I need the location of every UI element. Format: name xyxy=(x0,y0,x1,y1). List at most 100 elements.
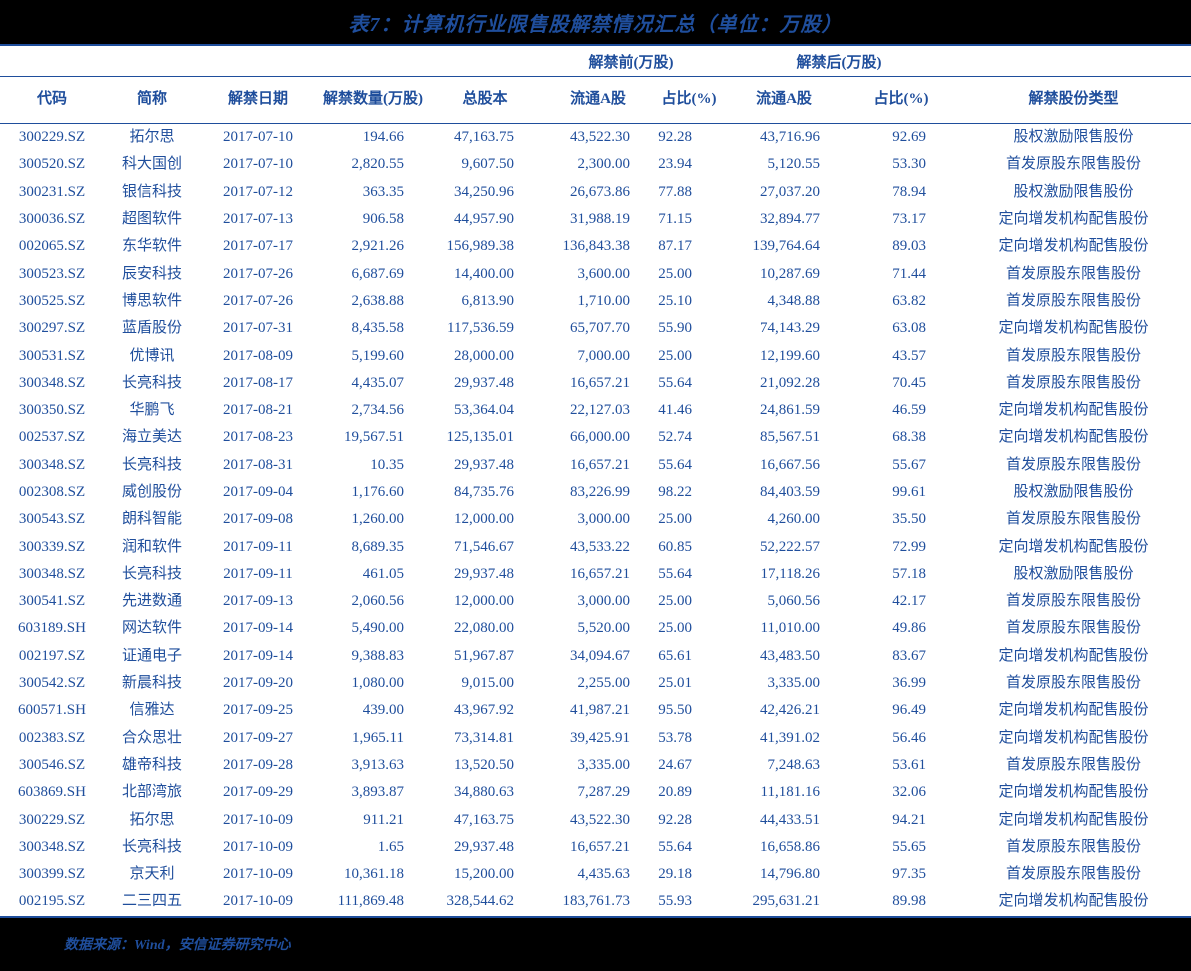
cell-name: 拓尔思 xyxy=(129,811,175,828)
table-row: 002195.SZ 二三四五 2017-10-09 111,869.48 328,544… xyxy=(0,888,1191,918)
cell-date: 2017-09-20 xyxy=(223,675,293,692)
cell-float-before: 43,522.30 xyxy=(570,129,630,146)
col-header-float-before: 流通A股 xyxy=(540,76,656,124)
unlock-schedule-table: 解禁前(万股) 解禁后(万股) 代码 简称 解禁日期 解禁数量(万股) 总股本 … xyxy=(0,44,1191,918)
cell-quantity: 6,687.69 xyxy=(351,265,405,282)
table-row: 300546.SZ 雄帝科技 2017-09-28 3,913.63 13,520.50… xyxy=(0,752,1191,779)
cell-float-before: 31,988.19 xyxy=(570,211,630,228)
cell-unlock-type: 首发原股东限售股份 xyxy=(1005,756,1141,773)
cell-unlock-type: 首发原股东限售股份 xyxy=(1005,265,1141,282)
col-header-pct-before: 占比(%) xyxy=(656,76,722,124)
cell-pct-before: 23.94 xyxy=(658,156,692,173)
cell-quantity: 19,567.51 xyxy=(344,429,404,446)
cell-quantity: 4,435.07 xyxy=(351,374,405,391)
cell-date: 2017-09-08 xyxy=(223,511,293,528)
cell-float-before: 66,000.00 xyxy=(570,429,630,446)
cell-date: 2017-09-13 xyxy=(223,593,293,610)
table-row: 300531.SZ 优博讯 2017-08-09 5,199.60 28,000.00 7… xyxy=(0,342,1191,369)
cell-total-shares: 34,880.63 xyxy=(454,784,514,801)
cell-name: 东华软件 xyxy=(121,238,182,255)
cell-name: 润和软件 xyxy=(121,538,182,555)
cell-name: 科大国创 xyxy=(121,156,182,173)
cell-float-after: 16,667.56 xyxy=(760,456,820,473)
cell-code: 300348.SZ xyxy=(18,565,86,582)
cell-date: 2017-10-09 xyxy=(200,888,316,918)
cell-date: 2017-09-27 xyxy=(223,729,293,746)
cell-float-after: 52,222.57 xyxy=(760,538,820,555)
cell-code: 300229.SZ xyxy=(18,811,86,828)
cell-quantity: 10.35 xyxy=(370,456,404,473)
cell-total-shares: 28,000.00 xyxy=(454,347,514,364)
cell-pct-after: 71.44 xyxy=(892,265,926,282)
cell-quantity: 8,435.58 xyxy=(351,320,405,337)
cell-date: 2017-07-26 xyxy=(223,265,293,282)
cell-float-after: 10,287.69 xyxy=(760,265,820,282)
cell-pct-before: 60.85 xyxy=(658,538,692,555)
cell-date: 2017-07-26 xyxy=(223,292,293,309)
cell-float-before: 7,287.29 xyxy=(577,784,631,801)
cell-pct-before: 20.89 xyxy=(658,784,692,801)
cell-total-shares: 47,163.75 xyxy=(454,811,514,828)
cell-pct-after: 46.59 xyxy=(892,402,926,419)
table-group-header-row: 解禁前(万股) 解禁后(万股) xyxy=(0,44,1191,77)
table-row: 300543.SZ 朗科智能 2017-09-08 1,260.00 12,000.00… xyxy=(0,506,1191,533)
cell-float-after: 74,143.29 xyxy=(760,320,820,337)
table-row: 300348.SZ 长亮科技 2017-08-17 4,435.07 29,937.48… xyxy=(0,370,1191,397)
table-body: 300229.SZ 拓尔思 2017-07-10 194.66 47,163.75 43,… xyxy=(0,124,1191,918)
cell-pct-before: 25.00 xyxy=(658,593,692,610)
cell-total-shares: 14,400.00 xyxy=(454,265,514,282)
cell-pct-after: 68.38 xyxy=(892,429,926,446)
col-header-code: 代码 xyxy=(0,76,104,124)
cell-quantity: 10,361.18 xyxy=(344,866,404,883)
table-row: 300541.SZ 先进数通 2017-09-13 2,060.56 12,000.00… xyxy=(0,588,1191,615)
cell-float-before: 3,000.00 xyxy=(577,511,631,528)
cell-name: 证通电子 xyxy=(121,647,182,664)
cell-total-shares: 328,544.62 xyxy=(430,888,540,918)
cell-total-shares: 12,000.00 xyxy=(454,593,514,610)
cell-date: 2017-09-11 xyxy=(223,565,293,582)
cell-float-after: 295,631.21 xyxy=(722,888,846,918)
table-row: 300339.SZ 润和软件 2017-09-11 8,689.35 71,546.67… xyxy=(0,533,1191,560)
cell-unlock-type: 首发原股东限售股份 xyxy=(1005,456,1141,473)
cell-quantity: 194.66 xyxy=(362,129,404,146)
group-header-before: 解禁前(万股) xyxy=(540,44,722,77)
cell-pct-before: 55.64 xyxy=(658,838,692,855)
cell-pct-before: 55.64 xyxy=(658,374,692,391)
cell-pct-before: 92.28 xyxy=(658,129,692,146)
table-row: 300525.SZ 博思软件 2017-07-26 2,638.88 6,813.90 1… xyxy=(0,288,1191,315)
cell-float-before: 22,127.03 xyxy=(570,402,630,419)
cell-unlock-type: 首发原股东限售股份 xyxy=(1005,156,1141,173)
cell-total-shares: 73,314.81 xyxy=(454,729,514,746)
table-header-row: 代码 简称 解禁日期 解禁数量(万股) 总股本 流通A股 占比(%) 流通A股 … xyxy=(0,76,1191,124)
cell-float-before: 43,533.22 xyxy=(570,538,630,555)
cell-total-shares: 47,163.75 xyxy=(454,129,514,146)
cell-float-before: 34,094.67 xyxy=(570,647,630,664)
cell-pct-before: 25.00 xyxy=(658,347,692,364)
table-row: 002537.SZ 海立美达 2017-08-23 19,567.51 125,135.… xyxy=(0,424,1191,451)
cell-total-shares: 117,536.59 xyxy=(447,320,514,337)
cell-pct-before: 55.64 xyxy=(658,565,692,582)
cell-code: 300399.SZ xyxy=(18,866,86,883)
cell-date: 2017-07-31 xyxy=(223,320,293,337)
cell-unlock-type: 定向增发机构配售股份 xyxy=(998,811,1149,828)
cell-float-before: 16,657.21 xyxy=(570,374,630,391)
cell-pct-before: 25.01 xyxy=(658,675,692,692)
cell-total-shares: 15,200.00 xyxy=(454,866,514,883)
cell-unlock-type: 首发原股东限售股份 xyxy=(1005,374,1141,391)
cell-float-before: 16,657.21 xyxy=(570,838,630,855)
cell-total-shares: 71,546.67 xyxy=(454,538,514,555)
cell-date: 2017-09-25 xyxy=(223,702,293,719)
cell-pct-after: 43.57 xyxy=(892,347,926,364)
cell-quantity: 906.58 xyxy=(362,211,404,228)
cell-total-shares: 51,967.87 xyxy=(454,647,514,664)
cell-date: 2017-09-29 xyxy=(223,784,293,801)
cell-code: 300520.SZ xyxy=(18,156,86,173)
cell-quantity: 1,080.00 xyxy=(351,675,405,692)
cell-float-before: 16,657.21 xyxy=(570,456,630,473)
cell-pct-after: 42.17 xyxy=(892,593,926,610)
source-note: 数据来源：Wind，安信证券研究中心 xyxy=(64,938,291,954)
table-row: 603189.SH 网达软件 2017-09-14 5,490.00 22,080.00… xyxy=(0,615,1191,642)
cell-total-shares: 22,080.00 xyxy=(454,620,514,637)
cell-quantity: 9,388.83 xyxy=(351,647,405,664)
cell-unlock-type: 定向增发机构配售股份 xyxy=(998,402,1149,419)
